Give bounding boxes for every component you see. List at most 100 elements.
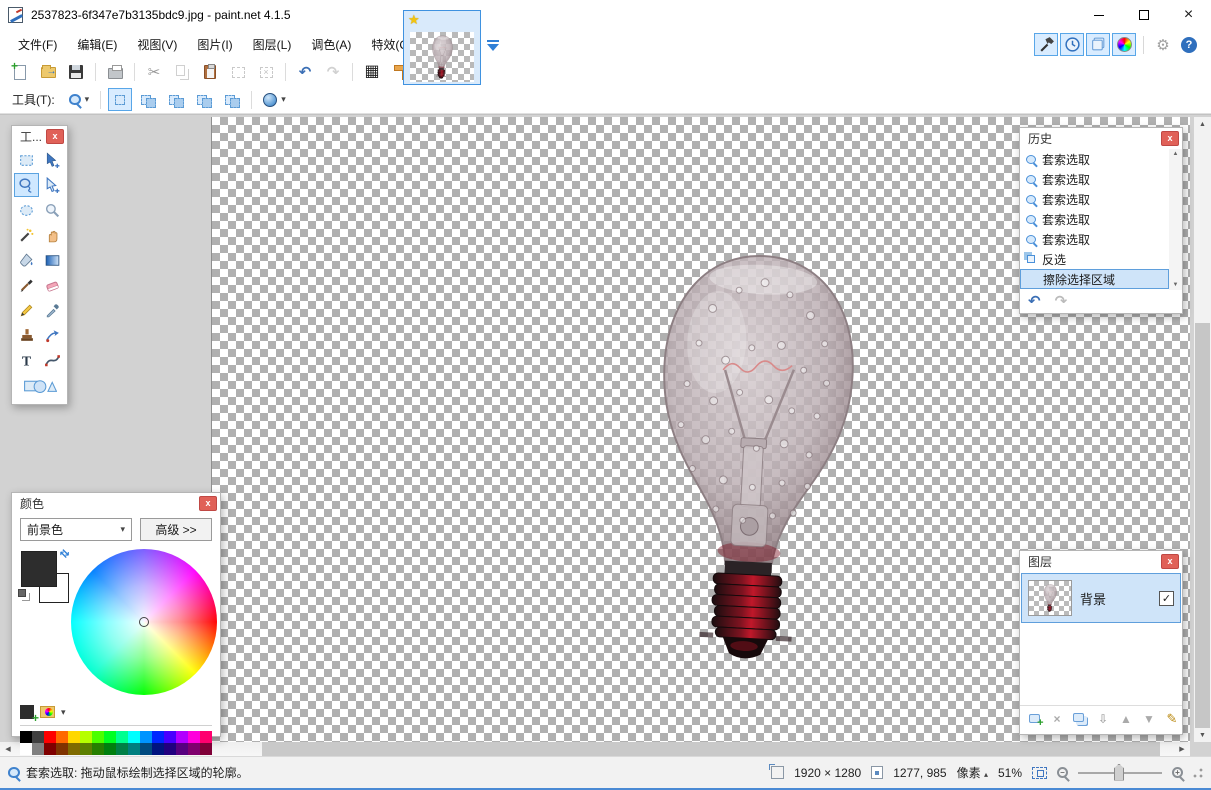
undo-button[interactable]: ↶: [293, 60, 317, 84]
scroll-up-arrow[interactable]: ▲: [1173, 151, 1179, 157]
palette-color[interactable]: [164, 743, 176, 755]
vertical-scroll-track[interactable]: [1194, 131, 1211, 728]
tool-zoom[interactable]: [40, 198, 65, 222]
tool-line-curve[interactable]: [40, 348, 65, 372]
close-icon[interactable]: x: [1161, 554, 1179, 569]
vertical-scroll-thumb[interactable]: [1195, 323, 1210, 728]
palette-color[interactable]: [92, 743, 104, 755]
history-item[interactable]: 套索选取: [1020, 189, 1169, 209]
menu-item[interactable]: 调色(A): [301, 31, 361, 58]
primary-color-swatch[interactable]: [21, 551, 57, 587]
close-button[interactable]: ×: [1166, 0, 1211, 30]
merge-layer-down-button[interactable]: ⇩: [1093, 709, 1113, 729]
tab-list-chevron-icon[interactable]: [486, 40, 500, 57]
tool-pencil[interactable]: [14, 298, 39, 322]
horizontal-scroll-thumb[interactable]: [262, 742, 1160, 756]
palette-color[interactable]: [116, 743, 128, 755]
tool-paint-bucket[interactable]: [14, 248, 39, 272]
palette-color[interactable]: [140, 743, 152, 755]
close-icon[interactable]: x: [199, 496, 217, 511]
unit-dropdown[interactable]: 像素 ▴: [957, 764, 988, 781]
zoom-slider[interactable]: [1078, 772, 1162, 774]
close-icon[interactable]: x: [46, 129, 64, 144]
maximize-button[interactable]: [1121, 0, 1166, 30]
copy-button[interactable]: [170, 60, 194, 84]
selection-mode-subtract[interactable]: [164, 88, 188, 111]
menu-item[interactable]: 文件(F): [8, 31, 67, 58]
minimize-button[interactable]: [1076, 0, 1121, 30]
tools-toggle-button[interactable]: [1034, 33, 1058, 56]
move-layer-up-button[interactable]: ▲: [1116, 709, 1136, 729]
tool-pan[interactable]: [40, 223, 65, 247]
palette-color[interactable]: [80, 743, 92, 755]
palette-color[interactable]: [104, 731, 116, 743]
selection-mode-union[interactable]: [136, 88, 160, 111]
open-file-button[interactable]: [36, 60, 60, 84]
tool-rectangle-select[interactable]: [14, 148, 39, 172]
palette-color[interactable]: [80, 731, 92, 743]
tool-gradient[interactable]: [40, 248, 65, 272]
palette-color[interactable]: [68, 731, 80, 743]
menu-item[interactable]: 图层(L): [243, 31, 302, 58]
tool-move-selection[interactable]: [40, 148, 65, 172]
history-item[interactable]: 套索选取: [1020, 169, 1169, 189]
palette-color[interactable]: [152, 731, 164, 743]
settings-button[interactable]: ⚙: [1151, 33, 1175, 56]
color-wheel[interactable]: [71, 549, 217, 695]
colors-toggle-button[interactable]: [1112, 33, 1136, 56]
history-scrollbar[interactable]: ▲▼: [1169, 149, 1182, 290]
vertical-scrollbar[interactable]: ▲ ▼: [1194, 117, 1211, 742]
color-wheel-marker[interactable]: [139, 617, 149, 627]
scroll-down-arrow[interactable]: ▼: [1173, 282, 1179, 288]
menu-item[interactable]: 编辑(E): [67, 31, 127, 58]
tool-ellipse-select[interactable]: [14, 198, 39, 222]
reset-colors-icon[interactable]: [18, 589, 26, 597]
palette-color[interactable]: [104, 743, 116, 755]
layers-toggle-button[interactable]: [1086, 33, 1110, 56]
history-redo-button[interactable]: ↷: [1055, 292, 1068, 310]
antialias-dropdown[interactable]: ▾: [259, 91, 290, 109]
palette-color[interactable]: [20, 731, 32, 743]
redo-button[interactable]: ↷: [321, 60, 345, 84]
palette-menu-button[interactable]: [40, 706, 55, 718]
palette-color[interactable]: [56, 731, 68, 743]
tool-lasso-select[interactable]: [14, 173, 39, 197]
layer-row[interactable]: 背景 ✓: [1021, 573, 1181, 623]
palette-color[interactable]: [200, 743, 212, 755]
history-item[interactable]: 反选: [1020, 249, 1169, 269]
layer-visibility-checkbox[interactable]: ✓: [1159, 591, 1174, 606]
palette-color[interactable]: [164, 731, 176, 743]
layer-properties-button[interactable]: ✎: [1162, 709, 1182, 729]
palette-color[interactable]: [44, 743, 56, 755]
palette-color[interactable]: [176, 731, 188, 743]
palette-color[interactable]: [200, 731, 212, 743]
palette-color[interactable]: [188, 731, 200, 743]
palette-color[interactable]: [128, 743, 140, 755]
close-icon[interactable]: x: [1161, 131, 1179, 146]
scroll-right-arrow[interactable]: ▶: [1174, 745, 1190, 753]
tool-eraser[interactable]: [40, 273, 65, 297]
active-tool-dropdown[interactable]: ▾: [65, 92, 94, 107]
zoom-out-button[interactable]: –: [1057, 767, 1068, 778]
advanced-button[interactable]: 高级 >>: [140, 518, 212, 541]
crop-to-selection-button[interactable]: [226, 60, 250, 84]
tool-text[interactable]: T: [14, 348, 39, 372]
palette-color[interactable]: [176, 743, 188, 755]
history-item[interactable]: 套索选取: [1020, 209, 1169, 229]
zoom-to-window-button[interactable]: [1032, 767, 1047, 779]
save-button[interactable]: [64, 60, 88, 84]
palette-color[interactable]: [116, 731, 128, 743]
palette-color[interactable]: [152, 743, 164, 755]
zoom-slider-thumb[interactable]: [1114, 764, 1124, 781]
palette-color[interactable]: [92, 731, 104, 743]
history-item[interactable]: 套索选取: [1020, 149, 1169, 169]
scroll-down-arrow[interactable]: ▼: [1199, 728, 1206, 742]
palette-color[interactable]: [44, 731, 56, 743]
menu-item[interactable]: 图片(I): [187, 31, 242, 58]
paste-button[interactable]: [198, 60, 222, 84]
history-item[interactable]: 擦除选择区域: [1020, 269, 1169, 289]
image-tab[interactable]: ★: [403, 10, 481, 85]
new-file-button[interactable]: [8, 60, 32, 84]
grid-button[interactable]: ▦: [360, 60, 384, 84]
help-button[interactable]: ?: [1177, 33, 1201, 56]
